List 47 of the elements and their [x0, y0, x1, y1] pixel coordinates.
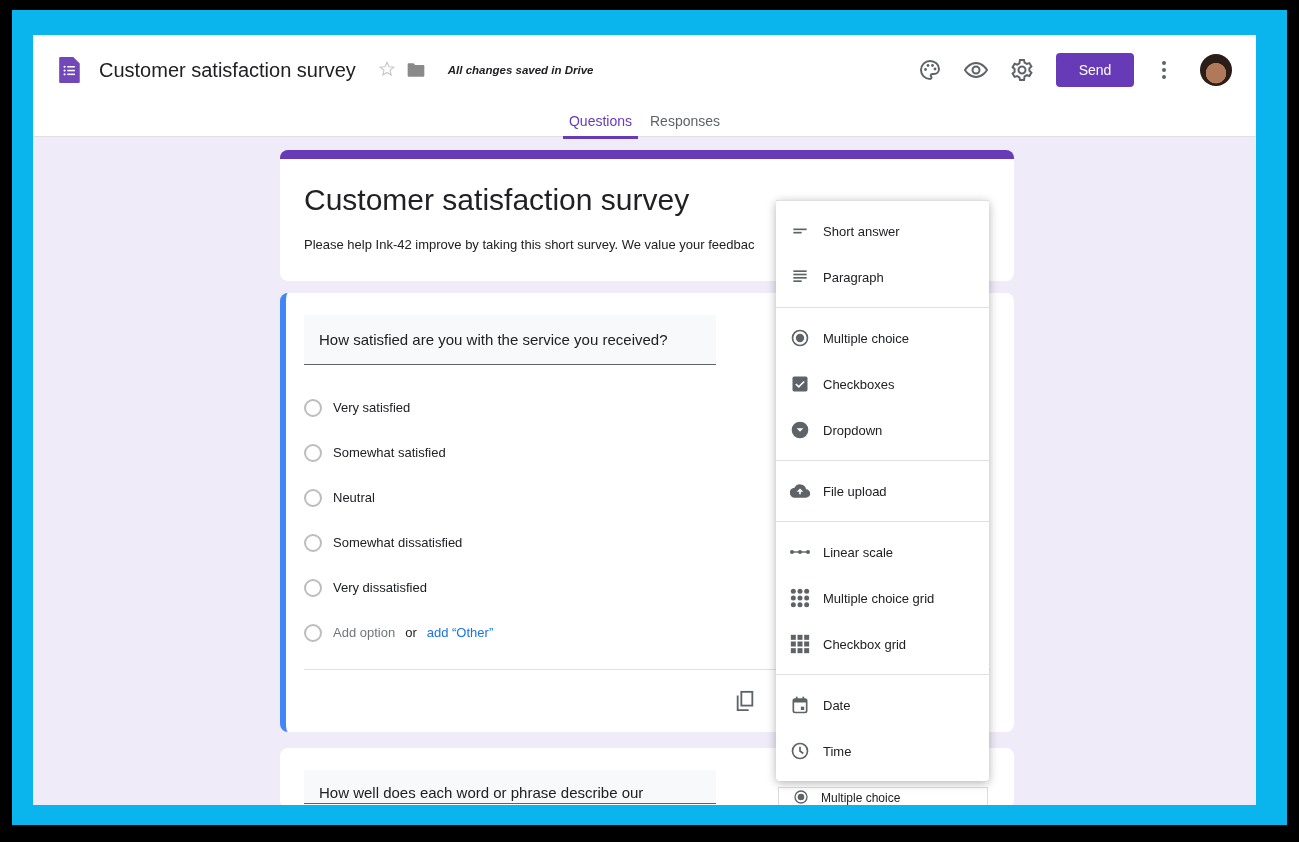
- folder-icon[interactable]: [405, 60, 426, 80]
- option-label[interactable]: Very satisfied: [333, 400, 411, 415]
- option-label[interactable]: Very dissatisfied: [333, 580, 427, 595]
- checkbox-icon: [790, 374, 810, 394]
- circle-icon: [304, 623, 322, 642]
- tab[interactable]: Responses: [644, 105, 727, 139]
- radio-icon: [790, 328, 810, 348]
- scale-icon: [790, 549, 810, 555]
- settings-icon[interactable]: [1010, 58, 1034, 82]
- radio-button[interactable]: [304, 578, 322, 597]
- menu-item[interactable]: Date: [776, 682, 989, 728]
- dot-grid-icon: [790, 588, 810, 608]
- radio-button[interactable]: [304, 398, 322, 417]
- palette-icon[interactable]: [918, 58, 942, 82]
- or-text: or: [405, 625, 417, 640]
- question-type-label: Multiple choice: [821, 791, 901, 805]
- add-other-link[interactable]: add “Other”: [426, 625, 494, 640]
- option-label[interactable]: Neutral: [333, 490, 375, 505]
- avatar[interactable]: [1200, 54, 1232, 86]
- menu-item[interactable]: Checkboxes: [776, 361, 989, 407]
- question-field[interactable]: How well does each word or phrase describe our: [304, 770, 716, 804]
- radio-button[interactable]: [304, 443, 322, 462]
- menu-item[interactable]: Multiple choice grid: [776, 575, 989, 621]
- document-title[interactable]: Customer satisfaction survey: [99, 58, 356, 82]
- menu-item[interactable]: Multiple choice: [776, 315, 989, 361]
- radio-button[interactable]: [304, 533, 322, 552]
- square-grid-icon: [790, 634, 810, 654]
- tab[interactable]: Questions: [562, 105, 638, 139]
- menu-item[interactable]: Paragraph: [776, 254, 989, 300]
- calendar-icon: [790, 695, 810, 715]
- radio-button[interactable]: [304, 488, 322, 507]
- option-label[interactable]: Somewhat dissatisfied: [333, 535, 463, 550]
- menu-item[interactable]: Checkbox grid: [776, 621, 989, 667]
- clock-icon: [790, 741, 810, 761]
- menu-item[interactable]: File upload: [776, 468, 989, 514]
- save-status: All changes saved in Drive: [447, 64, 594, 76]
- menu-item[interactable]: Linear scale: [776, 529, 989, 575]
- option-label[interactable]: Somewhat satisfied: [333, 445, 446, 460]
- menu-item[interactable]: Time: [776, 728, 989, 774]
- radio-icon: [793, 789, 809, 805]
- question-field[interactable]: How satisfied are you with the service you received?: [304, 315, 716, 365]
- menu-item[interactable]: Dropdown: [776, 407, 989, 453]
- dropdown-icon: [790, 420, 810, 440]
- cloud-upload-icon: [790, 481, 810, 501]
- add-option-field[interactable]: Add option: [333, 625, 396, 640]
- copy-icon[interactable]: [734, 690, 756, 712]
- send-button[interactable]: Send: [1056, 53, 1134, 87]
